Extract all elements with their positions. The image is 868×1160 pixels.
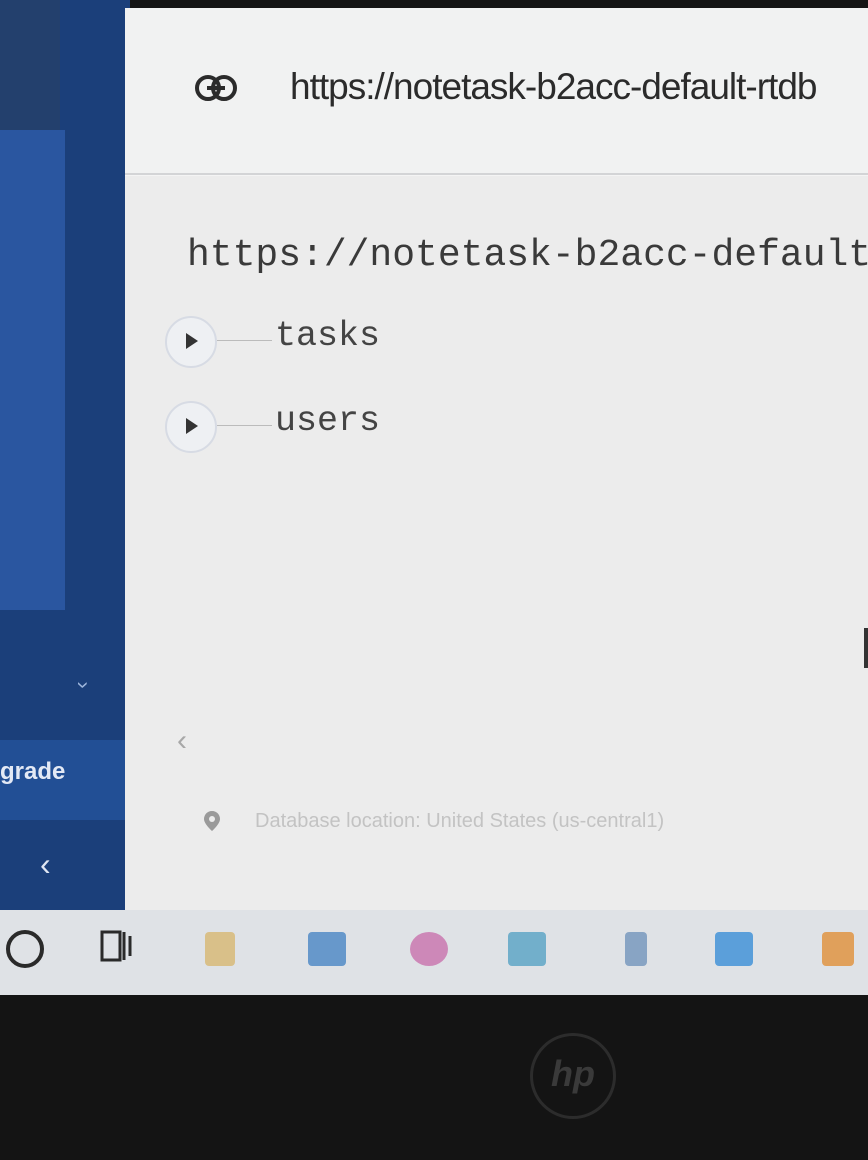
sidebar: › grade ‹ bbox=[0, 0, 130, 910]
store-icon[interactable] bbox=[308, 932, 346, 966]
map-pin-icon bbox=[204, 811, 220, 831]
sidebar-nav-panel[interactable] bbox=[0, 130, 65, 610]
data-viewer: https://notetask-b2acc-default- tasks us… bbox=[125, 176, 868, 910]
mail-icon[interactable] bbox=[508, 932, 546, 966]
expand-toggle-icon[interactable] bbox=[165, 316, 217, 368]
hp-logo: hp bbox=[530, 1033, 616, 1119]
node-key[interactable]: users bbox=[275, 401, 380, 441]
start-circle-icon[interactable] bbox=[6, 930, 44, 968]
root-node-url[interactable]: https://notetask-b2acc-default- bbox=[187, 234, 868, 277]
vlc-icon[interactable] bbox=[822, 932, 854, 966]
chevron-left-icon[interactable]: ‹ bbox=[40, 846, 51, 883]
upgrade-button[interactable]: grade bbox=[0, 740, 130, 820]
sublime-icon[interactable] bbox=[205, 932, 235, 966]
task-view-icon[interactable] bbox=[100, 928, 134, 964]
taskbar bbox=[0, 910, 868, 995]
sidebar-header bbox=[0, 0, 60, 130]
expand-toggle-icon[interactable] bbox=[165, 401, 217, 453]
app-icon[interactable] bbox=[625, 932, 647, 966]
vscode-icon[interactable] bbox=[715, 932, 753, 966]
chevron-left-icon[interactable]: ‹ bbox=[177, 724, 187, 758]
laptop-bezel: hp bbox=[0, 995, 868, 1160]
database-location: Database location: United States (us-cen… bbox=[255, 810, 665, 832]
tree-connector bbox=[217, 425, 272, 426]
tree-connector bbox=[217, 340, 272, 341]
chevron-down-icon[interactable]: › bbox=[71, 681, 97, 688]
database-url[interactable]: https://notetask-b2acc-default-rtdb bbox=[290, 66, 817, 108]
tree-node-tasks[interactable]: tasks bbox=[165, 316, 465, 368]
tree-node-users[interactable]: users bbox=[165, 401, 465, 453]
scrollbar[interactable] bbox=[864, 628, 868, 668]
browser-icon[interactable] bbox=[410, 932, 448, 966]
upgrade-label: grade bbox=[0, 758, 66, 785]
node-key[interactable]: tasks bbox=[275, 316, 380, 356]
main-panel: https://notetask-b2acc-default-rtdb http… bbox=[125, 8, 868, 910]
database-url-bar: https://notetask-b2acc-default-rtdb bbox=[125, 8, 868, 175]
link-icon[interactable] bbox=[195, 74, 237, 102]
